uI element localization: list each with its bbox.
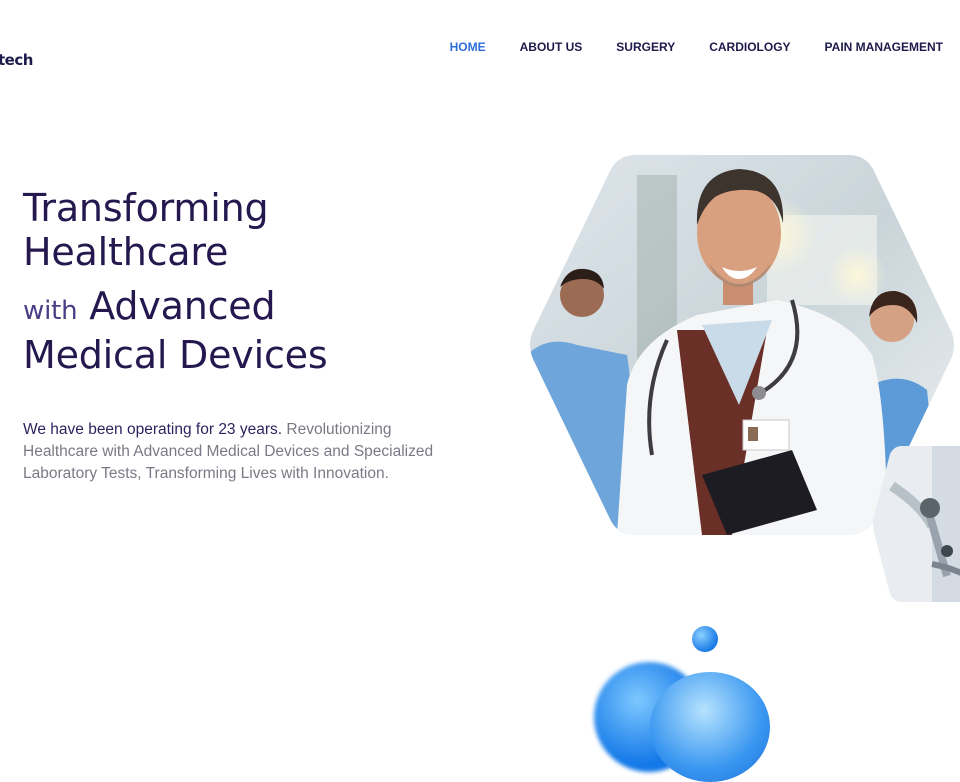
hero-description: We have been operating for 23 years. Rev… bbox=[23, 419, 443, 485]
nav-surgery[interactable]: SURGERY bbox=[616, 40, 675, 54]
hero-title: Transforming Healthcare with Advanced Me… bbox=[23, 186, 328, 377]
hero-title-with: with bbox=[23, 296, 78, 326]
hero-title-line-4: Medical Devices bbox=[23, 333, 328, 377]
decorative-blob-dot bbox=[692, 626, 718, 652]
nav-cardiology[interactable]: CARDIOLOGY bbox=[709, 40, 790, 54]
nav-pain-management[interactable]: PAIN MANAGEMENT bbox=[825, 40, 943, 54]
hero-description-highlight: We have been operating for 23 years. bbox=[23, 421, 283, 438]
hero-title-line-2: Healthcare bbox=[23, 230, 229, 274]
logo[interactable]: tech bbox=[0, 51, 33, 69]
nav-about-us[interactable]: ABOUT US bbox=[520, 40, 583, 54]
hero-title-line-1: Transforming bbox=[23, 186, 269, 230]
nav-home[interactable]: HOME bbox=[450, 40, 486, 54]
main-nav: HOME ABOUT US SURGERY CARDIOLOGY PAIN MA… bbox=[450, 40, 943, 54]
hero-title-line-3: with Advanced bbox=[23, 284, 327, 333]
medical-equipment-image bbox=[873, 446, 960, 602]
decorative-blob-right bbox=[650, 672, 770, 782]
hero-title-advanced: Advanced bbox=[89, 284, 276, 328]
